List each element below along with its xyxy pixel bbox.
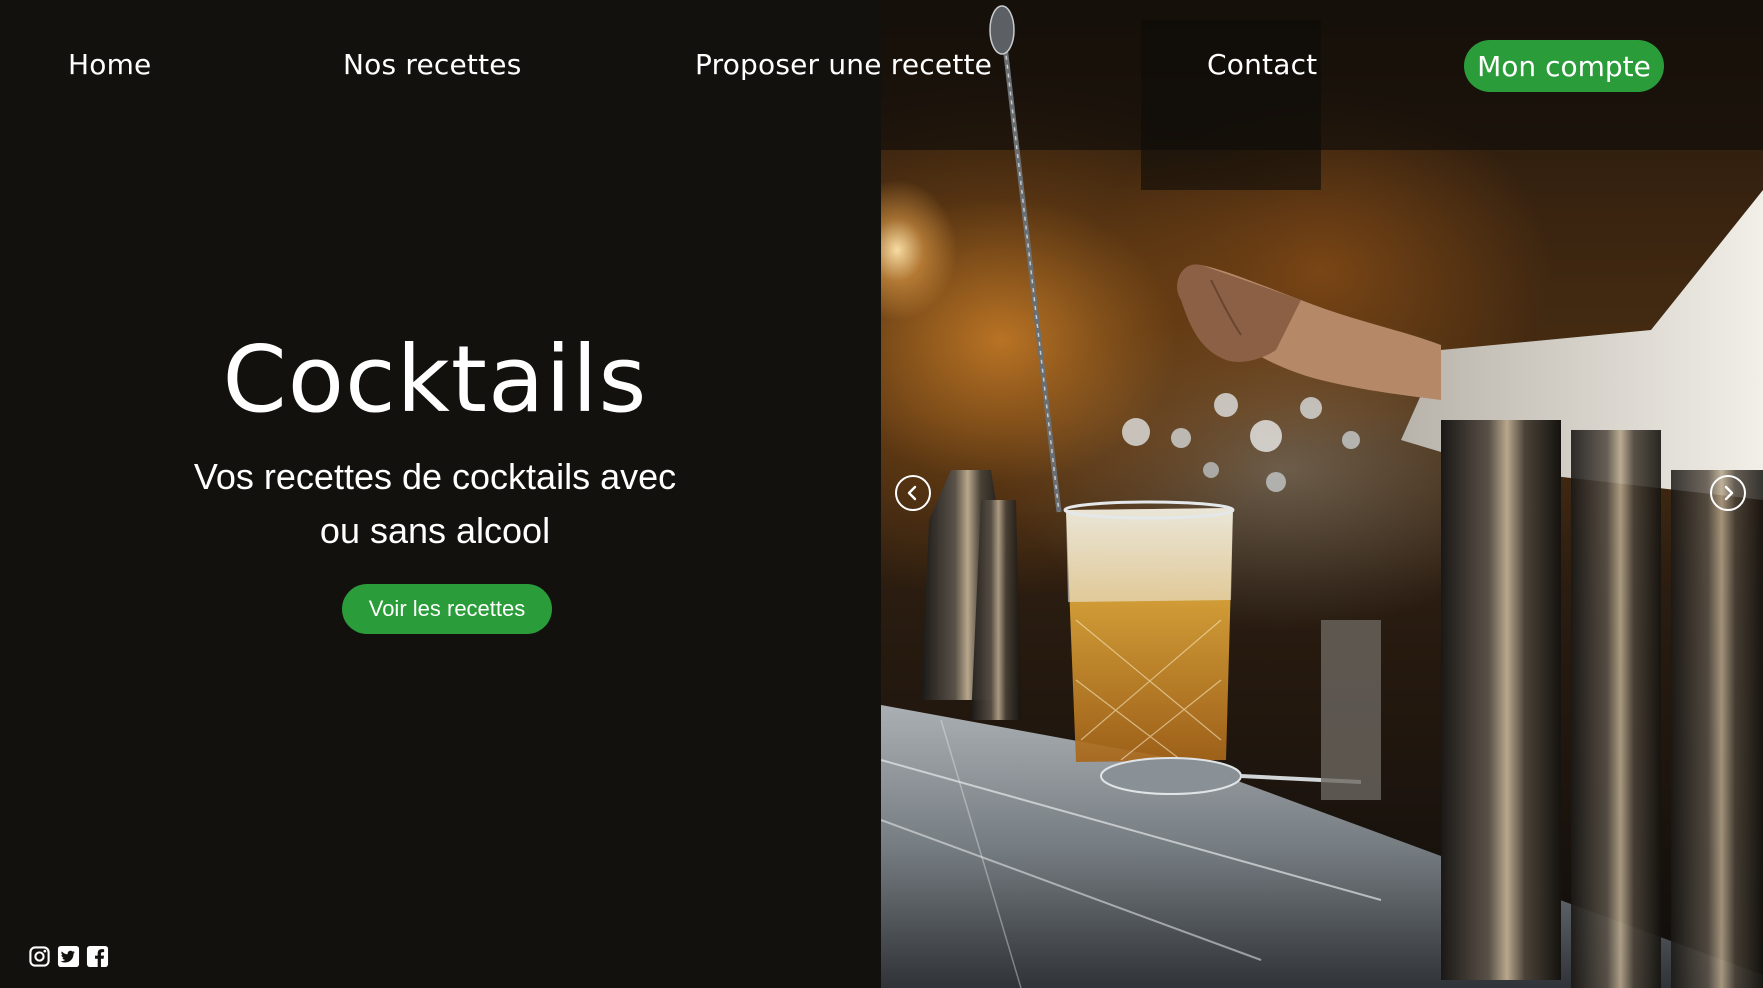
chevron-right-icon	[1724, 485, 1734, 501]
hero-subtitle: Vos recettes de cocktails avec ou sans a…	[160, 450, 710, 558]
hero-title: Cocktails	[222, 326, 648, 433]
twitter-icon[interactable]	[57, 945, 80, 968]
social-links	[28, 945, 109, 968]
bar-scene-illustration	[881, 0, 1763, 988]
chevron-left-icon	[907, 485, 917, 501]
nav-propose-recipe-link[interactable]: Proposer une recette	[695, 45, 992, 85]
facebook-icon[interactable]	[86, 945, 109, 968]
hero-image	[881, 0, 1763, 988]
nav-contact-link[interactable]: Contact	[1207, 45, 1317, 85]
hero-subtitle-line-2: ou sans alcool	[319, 510, 551, 551]
instagram-icon[interactable]	[28, 945, 51, 968]
view-recipes-button[interactable]: Voir les recettes	[342, 584, 552, 634]
hero-subtitle-line-1: Vos recettes de cocktails avec	[193, 456, 677, 497]
landing-page: Home Nos recettes Proposer une recette C…	[0, 0, 1763, 988]
nav-recipes-link[interactable]: Nos recettes	[343, 45, 521, 85]
nav-home-link[interactable]: Home	[68, 45, 152, 85]
main-nav: Home Nos recettes Proposer une recette C…	[0, 0, 1763, 130]
carousel-prev-button[interactable]	[895, 475, 931, 511]
carousel-next-button[interactable]	[1710, 475, 1746, 511]
account-button[interactable]: Mon compte	[1464, 40, 1664, 92]
